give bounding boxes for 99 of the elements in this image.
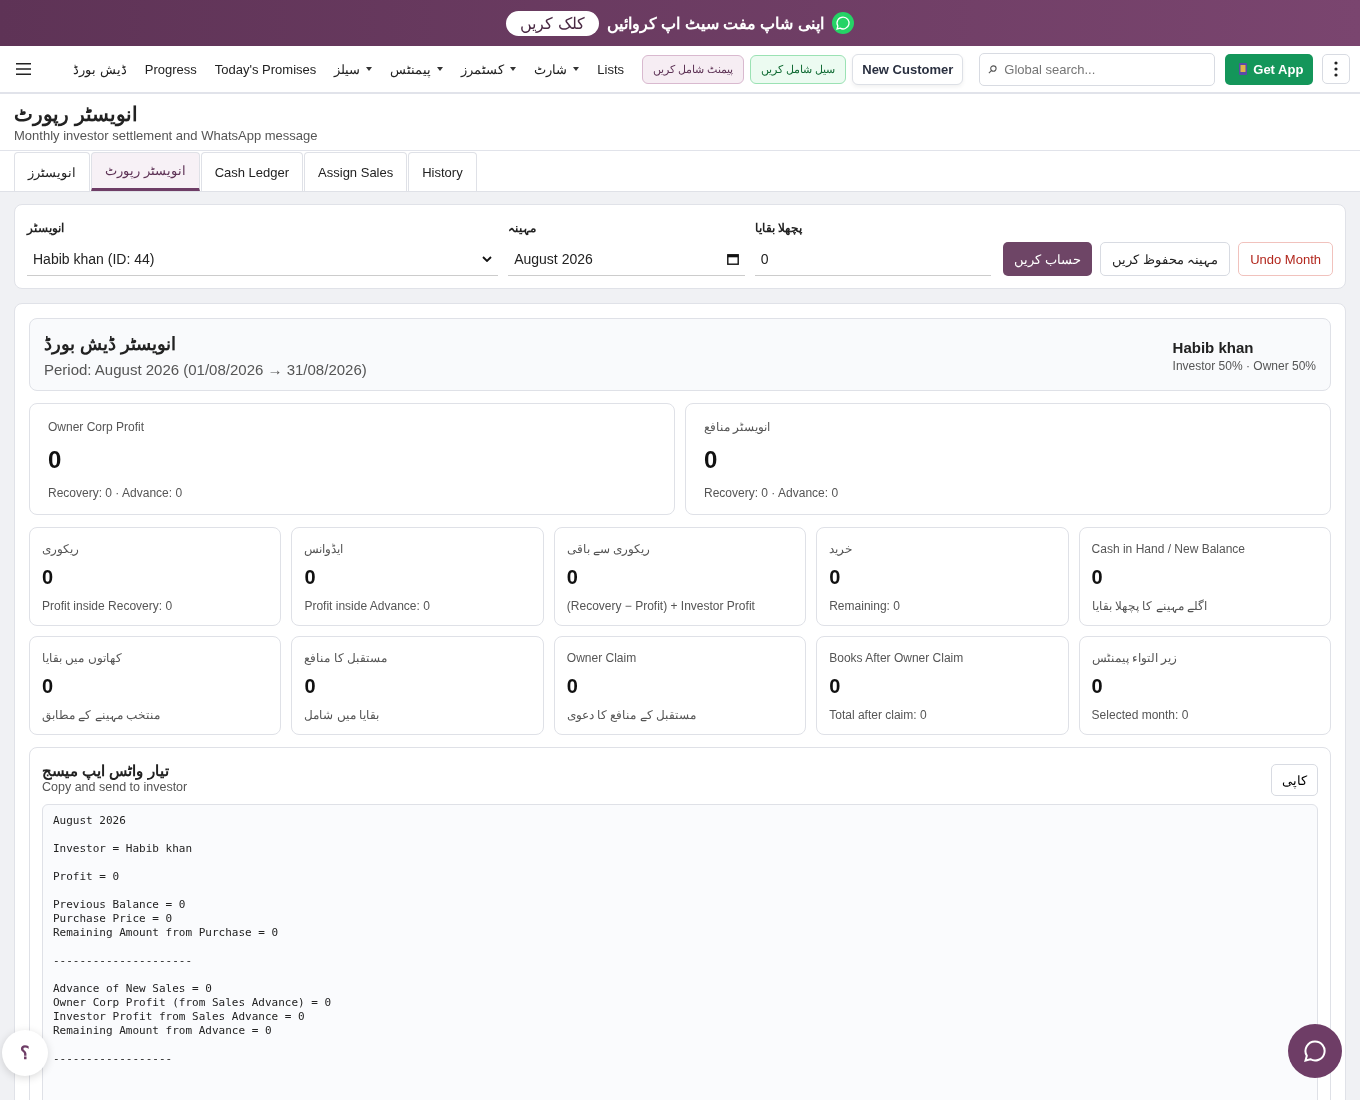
investor-select[interactable]: Habib khan (ID: 44) [27,243,499,276]
calendar-icon [726,253,739,265]
card-note: Remaining: 0 [829,599,900,613]
share-text: Investor 50% · Owner 50% [1172,358,1316,373]
caret-icon [366,67,373,71]
card-label: ریکوری [42,542,79,556]
card-value: 0 [829,566,841,589]
message-line: Remaining Amount from Advance = 0 [53,1024,272,1038]
card-value: 0 [304,566,316,589]
page-title: انویسٹر رپورٹ [14,102,139,126]
card-label: Owner Claim [566,651,637,665]
message-title: تیار واٹس ایپ میسج [42,762,170,780]
message-subtitle: Copy and send to investor [42,780,188,794]
card-value: 0 [304,675,316,698]
card-label: زیر التواء پیمنٹس [1091,651,1178,665]
card-label: ریکوری سے باقی [566,542,651,556]
message-line: Advance of New Sales = 0 [53,982,212,996]
nav-link[interactable]: شارٹ [526,61,588,77]
card-value: 0 [704,446,718,474]
card-label: ایڈوانس [304,542,344,556]
message-line: ------------------ [53,1052,173,1066]
card-note: Profit inside Recovery: 0 [42,599,173,613]
card-label: Cash in Hand / New Balance [1091,542,1246,556]
more-icon [1334,61,1339,77]
card-value: 0 [566,566,578,589]
field-label: انویسٹر [27,221,65,235]
tab[interactable]: Assign Sales [304,152,408,191]
message-line: August 2026 [53,814,126,828]
card-note: بقایا میں شامل [304,708,380,722]
card-note: مستقبل کے منافع کا دعوی [566,708,697,722]
message-line: Previous Balance = 0 [53,898,186,912]
action-button[interactable]: New Customer [852,53,964,85]
action-button[interactable]: پیمنٹ شامل کریں [642,54,745,84]
chat-bubble-icon [1303,1039,1327,1063]
tab[interactable]: انویسٹرز [14,152,90,191]
field-label: پچھلا بقایا [754,221,803,235]
card-note: Recovery: 0 · Advance: 0 [704,486,839,500]
card-value: 0 [1091,566,1103,589]
copy-button[interactable]: کاپی [1271,764,1318,796]
card-value: 0 [566,675,578,698]
message-line: Profit = 0 [53,870,120,884]
tab[interactable]: انویسٹر رپورٹ [91,152,200,191]
card-note: Recovery: 0 · Advance: 0 [48,486,183,500]
nav-link[interactable]: Today's Promises [206,61,325,77]
nav-link[interactable]: Lists [589,61,632,77]
card-note: Selected month: 0 [1091,708,1189,722]
card-value: 0 [48,446,62,474]
menu-icon[interactable] [16,61,32,77]
card-note: منتخب مہینے کے مطابق [42,708,161,722]
card-value: 0 [1091,675,1103,698]
caret-icon [573,67,580,71]
help-button[interactable]: ؟ [2,1030,48,1076]
click-button[interactable]: کلک کریں [506,10,599,36]
card-value: 0 [829,675,841,698]
form-button[interactable]: Undo Month [1238,242,1333,276]
message-line: Purchase Price = 0 [53,912,173,926]
message-line: Investor Profit from Sales Advance = 0 [53,1010,305,1024]
card-label: مستقبل کا منافع [304,651,388,665]
nav-link[interactable]: Progress [136,61,205,77]
month-field[interactable]: August 2026 [508,243,745,276]
card-label: کھاتوں میں بقایا [42,651,122,665]
caret-icon [437,67,444,71]
form-button[interactable]: مہینہ محفوظ کریں [1099,242,1231,276]
phone-icon [1239,63,1248,75]
page-subtitle: Monthly investor settlement and WhatsApp message [14,128,319,143]
card-label: انویسٹر منافع [704,420,771,434]
chevron-down-icon [482,256,493,262]
card-label: خرید [829,542,853,556]
caret-icon [510,67,517,71]
nav-link[interactable]: ڈیش بورڈ [65,61,135,77]
card-note: Profit inside Advance: 0 [304,599,430,613]
card-note: Total after claim: 0 [829,708,927,722]
get-app-button[interactable]: Get App [1225,53,1314,85]
investor-name: Habib khan [1172,338,1255,356]
balance-field[interactable]: 0 [754,243,992,276]
message-line: Investor = Habib khan [53,842,193,856]
message-line: Owner Corp Profit (from Sales Advance) = 0 [53,996,332,1010]
card-note: (Recovery − Profit) + Investor Profit [566,599,755,613]
more-button[interactable] [1322,54,1350,84]
chat-bubble-icon [831,12,854,34]
message-line: --------------------- [53,954,193,968]
card-note: اگلے مہینے کا پچھلا بقایا [1091,599,1207,613]
nav-link[interactable]: پیمنٹس [382,61,452,77]
search-field[interactable]: Global search... [979,52,1216,86]
card-value: 0 [42,675,54,698]
card-label: Books After Owner Claim [829,651,964,665]
promo-text: اپنی شاپ مفت سیٹ اپ کروائیں [606,13,824,33]
form-button[interactable]: حساب کریں [1003,242,1092,276]
card-value: 0 [42,566,54,589]
field-label: مہینہ [508,221,538,235]
tab[interactable]: Cash Ledger [200,152,304,191]
tab[interactable]: History [408,152,477,191]
nav-link[interactable]: سیلز [326,61,381,77]
nav-link[interactable]: کسٹمرز [453,61,525,77]
period-text: Period: August 2026 (01/08/2026 → 31/08/2026) [44,361,367,378]
card-label: Owner Corp Profit [48,420,145,434]
action-button[interactable]: سیل شامل کریں [750,54,847,84]
dashboard-title: انویسٹر ڈیش بورڈ [44,333,176,355]
message-line: Remaining Amount from Purchase = 0 [53,926,279,940]
